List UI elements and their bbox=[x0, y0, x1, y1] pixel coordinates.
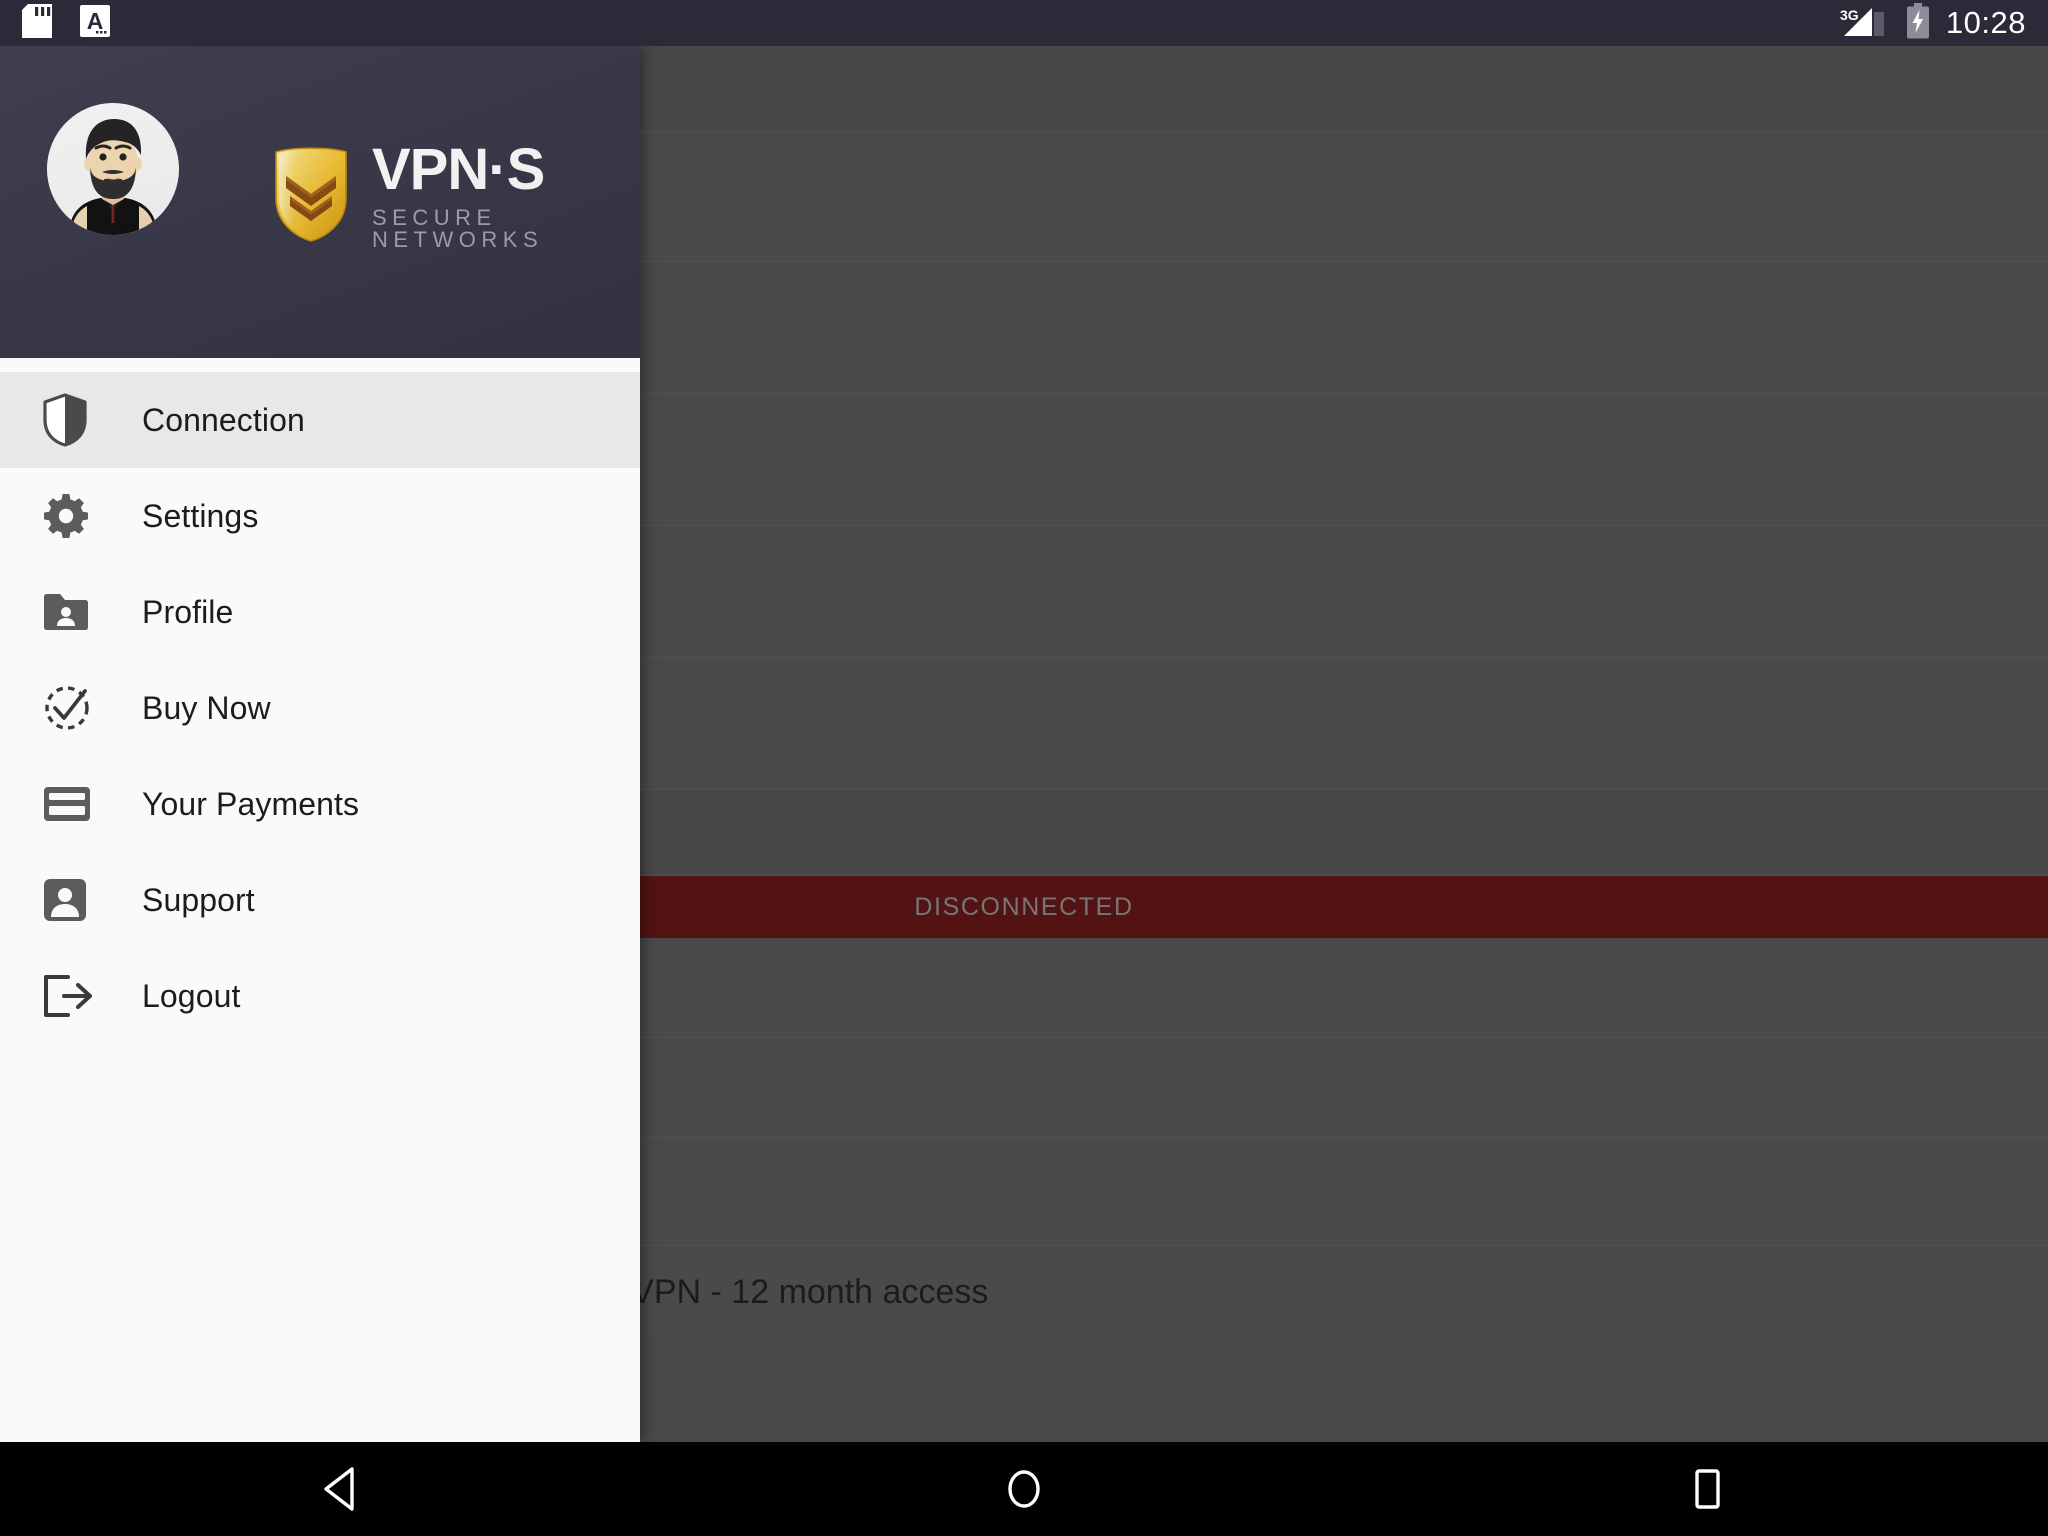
sidebar-item-your-payments[interactable]: Your Payments bbox=[0, 756, 640, 852]
network-type-label: 3G bbox=[1840, 7, 1859, 23]
sidebar-item-label: Settings bbox=[142, 497, 259, 534]
brand-name: VPN·S bbox=[372, 137, 545, 202]
check-circle-dashed-icon bbox=[42, 683, 108, 733]
folder-user-icon bbox=[42, 591, 108, 633]
gold-shield-chevron-icon bbox=[272, 146, 350, 247]
drawer-header: VPN·S SECURE NETWORKS bbox=[0, 46, 640, 358]
sidebar-item-connection[interactable]: Connection bbox=[0, 372, 640, 468]
sidebar-item-label: Logout bbox=[142, 977, 241, 1014]
contact-person-icon bbox=[42, 877, 108, 923]
avatar[interactable] bbox=[47, 103, 179, 235]
android-navigation-bar bbox=[0, 1442, 2048, 1536]
home-button[interactable] bbox=[683, 1463, 1366, 1515]
drawer-menu: Connection Settings Profile Buy Now Your… bbox=[0, 358, 640, 1442]
credit-card-icon bbox=[42, 785, 108, 823]
status-bar-right-icons: 3G 10:28 bbox=[1838, 2, 2026, 44]
sidebar-item-label: Your Payments bbox=[142, 785, 360, 822]
recents-button[interactable] bbox=[1365, 1463, 2048, 1515]
brand-tagline: SECURE NETWORKS bbox=[372, 205, 544, 252]
sidebar-item-label: Profile bbox=[142, 593, 234, 630]
svg-text:A: A bbox=[87, 8, 104, 34]
navigation-drawer: VPN·S SECURE NETWORKS Connection Setting… bbox=[0, 46, 640, 1442]
sidebar-item-support[interactable]: Support bbox=[0, 852, 640, 948]
brand-text-block: VPN·S SECURE NETWORKS bbox=[372, 141, 640, 251]
sidebar-item-logout[interactable]: Logout bbox=[0, 948, 640, 1044]
signal-3g-icon: 3G bbox=[1838, 6, 1890, 40]
status-bar-clock: 10:28 bbox=[1945, 5, 2026, 40]
sidebar-item-profile[interactable]: Profile bbox=[0, 564, 640, 660]
sd-card-icon bbox=[22, 3, 52, 43]
status-bar-left-icons: A bbox=[22, 3, 110, 43]
sidebar-item-label: Buy Now bbox=[142, 689, 271, 726]
gear-icon bbox=[42, 492, 108, 540]
back-button[interactable] bbox=[0, 1464, 683, 1514]
shield-icon bbox=[42, 393, 108, 447]
sidebar-item-label: Support bbox=[142, 881, 255, 918]
sidebar-item-buy-now[interactable]: Buy Now bbox=[0, 660, 640, 756]
sidebar-item-label: Connection bbox=[142, 401, 305, 438]
logout-arrow-icon bbox=[42, 973, 108, 1019]
sidebar-item-settings[interactable]: Settings bbox=[0, 468, 640, 564]
brand-logo-group: VPN·S SECURE NETWORKS bbox=[272, 141, 640, 251]
battery-charging-icon bbox=[1906, 2, 1930, 44]
device-screen: A 3G 10:28 DISCONNECTED OpenVPN - 12 mon… bbox=[0, 0, 2048, 1536]
keyboard-language-icon: A bbox=[80, 4, 110, 42]
status-bar: A 3G 10:28 bbox=[0, 0, 2048, 46]
